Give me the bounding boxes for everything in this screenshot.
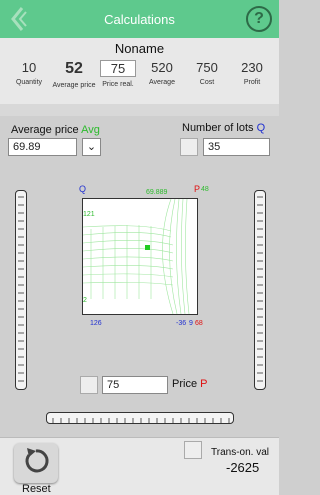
price-input[interactable]: 75 xyxy=(102,376,168,394)
average-price-input[interactable]: 69.89 xyxy=(8,138,77,156)
divider xyxy=(0,104,279,116)
price-checkbox[interactable] xyxy=(80,376,98,394)
plot-bottom-red: 68 xyxy=(195,320,203,327)
scale-ticks xyxy=(257,196,263,382)
stat-quantity: 10 Quantity xyxy=(15,60,43,86)
left-scale-slider[interactable] xyxy=(15,190,27,390)
right-scale-slider[interactable] xyxy=(254,190,266,390)
stat-average: 520 Average xyxy=(149,60,175,86)
trans-value: -2625 xyxy=(226,460,260,475)
plot-top-value: 69.889 xyxy=(146,189,168,196)
stat-profit: 230 Profit xyxy=(241,60,263,86)
plot-bottom-mid: -36 xyxy=(176,320,187,327)
lots-checkbox[interactable] xyxy=(180,138,198,156)
reset-button[interactable] xyxy=(14,443,58,483)
plot-q-label: Q xyxy=(79,184,87,194)
product-name: Noname xyxy=(114,41,165,56)
plot-left-low: 2 xyxy=(83,297,87,304)
stat-price-real[interactable]: 75 Price real. xyxy=(94,60,142,89)
price-tag: P xyxy=(200,378,208,390)
lots-tag: Q xyxy=(256,122,266,134)
help-button[interactable]: ? xyxy=(246,6,272,32)
plot-p-value: 48 xyxy=(201,186,209,193)
plot-bottom-left: 126 xyxy=(90,320,102,327)
avg-tag: Avg xyxy=(81,124,100,136)
summary-panel: Noname 10 Quantity 52 Average price 75 Pric… xyxy=(0,38,279,104)
price-quantity-plot[interactable] xyxy=(82,198,198,315)
scale-ticks xyxy=(18,196,24,382)
average-price-label: Average price Avg xyxy=(11,124,100,136)
chevron-down-icon[interactable]: ⌄ xyxy=(82,138,101,156)
lots-input[interactable]: 35 xyxy=(203,138,270,156)
plot-lines xyxy=(82,198,190,315)
header-bar: Calculations ? xyxy=(0,0,279,38)
trans-checkbox[interactable] xyxy=(184,441,202,459)
trans-label: Trans-on. val xyxy=(211,447,269,458)
plot-p-label: P xyxy=(194,184,201,194)
stat-average-price: 52 Average price xyxy=(52,60,96,89)
lots-label: Number of lots Q xyxy=(182,122,266,134)
plot-left-value: 121 xyxy=(83,211,95,218)
plot-marker xyxy=(145,245,150,250)
page-title: Calculations xyxy=(104,12,175,27)
price-label: Price P xyxy=(172,378,208,390)
reset-icon xyxy=(25,448,49,473)
reset-label: Reset xyxy=(22,483,51,495)
stat-cost: 750 Cost xyxy=(196,60,218,86)
price-scale-slider[interactable] xyxy=(46,412,234,424)
plot-bottom-num: 9 xyxy=(189,320,193,327)
scale-ticks xyxy=(52,418,230,424)
